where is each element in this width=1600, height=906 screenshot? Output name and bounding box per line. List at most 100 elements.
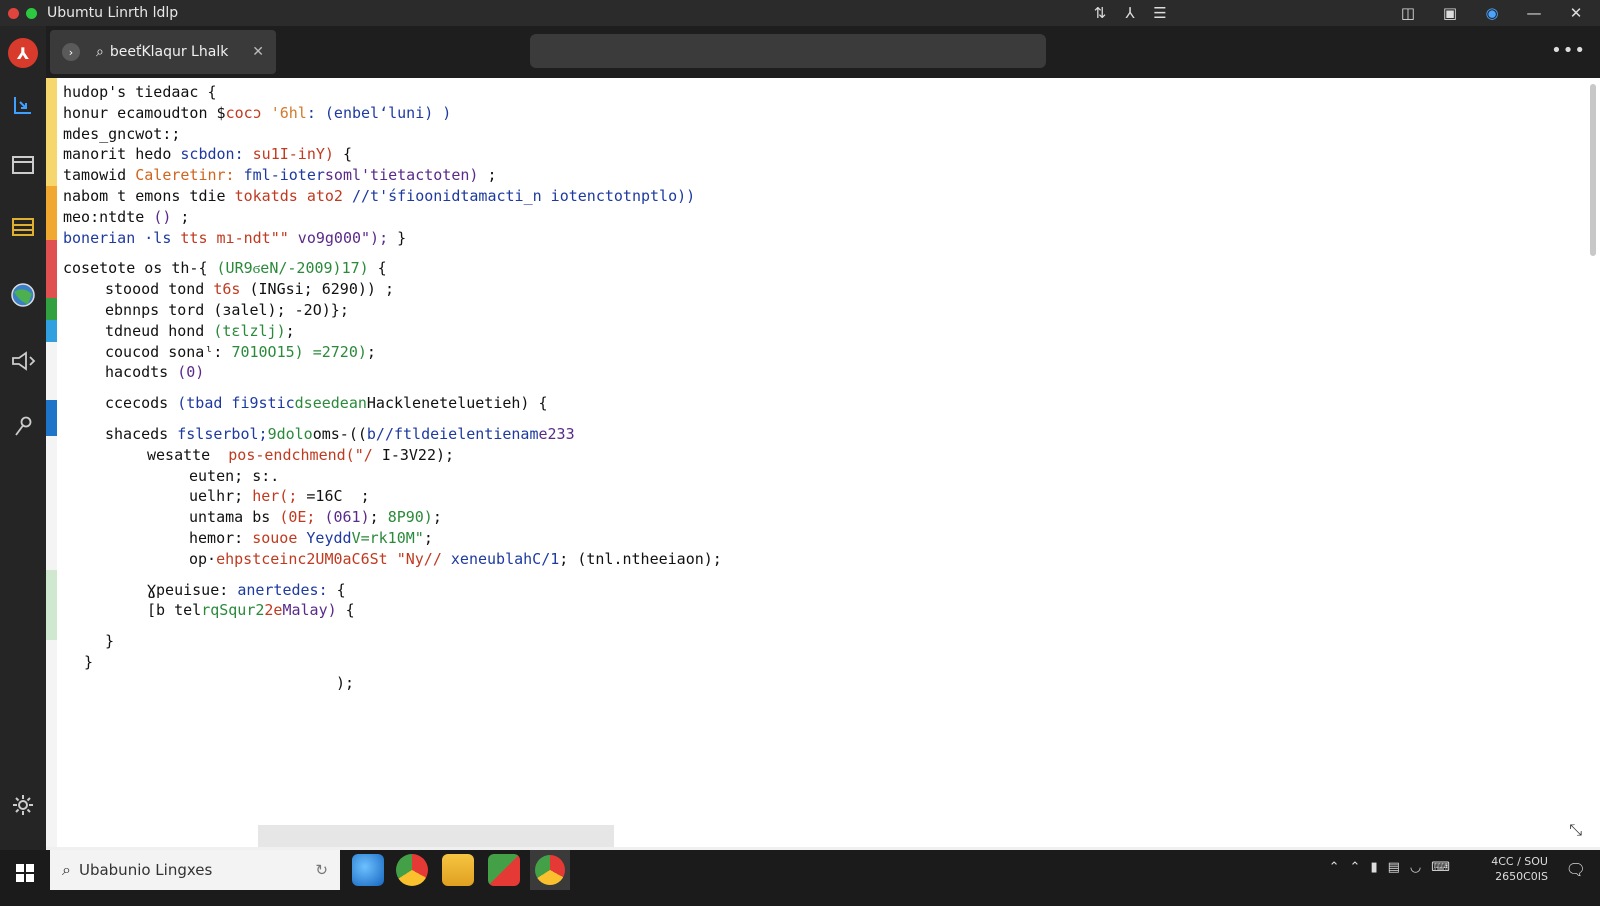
code-line[interactable]: wesatte pos-endchmend("/ I-3V22);: [147, 445, 454, 466]
explorer-icon[interactable]: [6, 88, 40, 122]
tab-close-icon[interactable]: ✕: [252, 44, 264, 60]
taskbar: ⌕ Ubabunio Lingxes ↻ ⌃ ⌃ ▮ ▤ ◡ ⌨ 4CC / S…: [0, 850, 1600, 906]
chevron-up-icon[interactable]: ⌃: [1350, 860, 1361, 875]
transfer-icon[interactable]: ⇅: [1090, 3, 1110, 23]
code-token: Malay): [282, 601, 337, 620]
notifications-icon[interactable]: 🗨: [1566, 860, 1586, 879]
code-line[interactable]: shaceds fslserbol;9dolooms-((b//ftldeiel…: [105, 424, 575, 445]
code-line[interactable]: hacodts (0): [105, 362, 204, 383]
code-token: 9dolo: [267, 425, 313, 443]
close-icon[interactable]: ✕: [1566, 3, 1586, 23]
code-line[interactable]: bonerian ·ls tts mı-ndt"" vo9g000"); }: [63, 228, 406, 249]
code-line[interactable]: tamowid Caleretinr: fml-iotersoml'tietac…: [63, 165, 497, 186]
gutter-marker: [46, 240, 57, 298]
code-token: e233: [538, 425, 575, 443]
maximize-dot[interactable]: [26, 7, 37, 19]
code-line[interactable]: }: [105, 631, 114, 652]
code-line[interactable]: }: [84, 652, 93, 673]
chevron-right-icon[interactable]: ›: [62, 43, 80, 61]
refresh-icon[interactable]: ↻: [315, 861, 328, 879]
code-line[interactable]: honur ecamoudton $cocɔ '6hl: (enbelʻluni…: [63, 103, 451, 124]
code-token: Ɣpeuisue:: [147, 580, 238, 599]
code-token: ehpstceinc2UM0aC6St: [216, 549, 397, 568]
close-dot[interactable]: [8, 7, 19, 19]
keyboard-icon[interactable]: ⌨: [1431, 860, 1450, 875]
code-token: op·: [189, 549, 217, 568]
code-token: //t': [352, 187, 389, 205]
code-token: : (enbelʻluni) ): [306, 103, 452, 122]
gutter-marker: [46, 298, 57, 320]
signal-icon[interactable]: ▮: [1370, 860, 1377, 875]
speaker-icon[interactable]: [6, 344, 40, 378]
code-token: Yeydd: [306, 529, 352, 547]
code-line[interactable]: hemor: souoe YeyddV=rk10M";: [189, 528, 433, 549]
code-token: hacodts: [105, 363, 178, 382]
code-line[interactable]: nabom t emons tdie tokatds ato2 //t'śfio…: [63, 186, 695, 207]
code-line[interactable]: );: [336, 673, 354, 694]
globe-icon[interactable]: [6, 278, 40, 312]
minimize-icon[interactable]: —: [1524, 3, 1544, 23]
network-icon[interactable]: ▤: [1388, 860, 1400, 875]
code-token: '6hl: [270, 103, 307, 122]
search-icon: ⌕: [96, 44, 104, 60]
key-icon[interactable]: [6, 410, 40, 444]
code-token: euten; s:.: [189, 466, 280, 485]
photos-icon[interactable]: [488, 854, 520, 886]
clock[interactable]: 4CC / SOU 2650C0IS: [1491, 854, 1548, 884]
collapse-icon[interactable]: ⤡: [1569, 820, 1582, 840]
code-token: stoood tond: [105, 280, 214, 299]
address-bar[interactable]: [530, 34, 1046, 68]
code-line[interactable]: tdneud hond (tɛlzlj);: [105, 321, 295, 342]
code-token: dseedean: [294, 394, 367, 413]
code-line[interactable]: manorit hedo scbdon: su1I-inY) {: [63, 144, 352, 165]
code-token: mdes_gncwot:;: [63, 124, 181, 143]
list-icon[interactable]: [6, 210, 40, 244]
code-line[interactable]: euten; s:.: [189, 466, 279, 487]
chrome-active-tile[interactable]: [530, 850, 570, 890]
code-line[interactable]: op·ehpstceinc2UM0aC6St "Ny// xeneublahC/…: [189, 549, 722, 570]
windows-start-icon[interactable]: [10, 858, 40, 888]
code-line[interactable]: uelhr; her(; =16C ;: [189, 486, 370, 507]
files-icon[interactable]: [442, 854, 474, 886]
restore-icon[interactable]: ▣: [1440, 3, 1460, 23]
code-token: souoe: [252, 529, 307, 547]
code-line[interactable]: meo:ntdte () ;: [63, 207, 189, 228]
code-line[interactable]: ccecods (tbad fi9sticdseedeanHacklenetel…: [105, 393, 548, 414]
gutter-marker: [46, 400, 57, 436]
code-token: [b tel: [147, 601, 202, 620]
code-line[interactable]: [b telrqSqur22eMalay) {: [147, 600, 355, 621]
code-line[interactable]: mdes_gncwot:;: [63, 124, 180, 145]
code-token: );: [336, 673, 355, 692]
code-line[interactable]: Ɣpeuisue: anertedes: {: [147, 580, 346, 601]
code-token: soml'tietactoten): [324, 166, 479, 185]
app-logo-icon[interactable]: ⅄: [6, 36, 40, 70]
edge-icon[interactable]: [352, 854, 384, 886]
vertical-scrollbar[interactable]: [1590, 84, 1596, 256]
code-editor[interactable]: hudop's tiedaac { honur ecamoudton $cocɔ …: [46, 78, 1600, 850]
code-line[interactable]: stoood tond t6s (INGsi; 6290)) ;: [105, 279, 394, 300]
settings-icon[interactable]: [6, 788, 40, 822]
code-token: hudop's tiedaac {: [63, 83, 217, 101]
window-icon[interactable]: [6, 148, 40, 182]
horizontal-scrollbar[interactable]: [258, 825, 614, 847]
split-icon[interactable]: ⅄: [1120, 3, 1140, 23]
code-token: }: [84, 653, 94, 671]
tab-active[interactable]: › ⌕ beeťKlaqur Lhalk ✕: [50, 30, 276, 74]
code-line[interactable]: cosetote os th-{ (UR9ϭeN/-2009)17) {: [63, 258, 387, 279]
chrome-icon[interactable]: [396, 854, 428, 886]
pin-icon[interactable]: ◫: [1398, 3, 1418, 23]
code-line[interactable]: coucod sonaˡ: 7010O15) =2720);: [105, 342, 376, 363]
menu-icon[interactable]: ☰: [1150, 3, 1170, 23]
wifi-icon[interactable]: ◡: [1410, 860, 1421, 875]
shield-icon[interactable]: ◉: [1482, 3, 1502, 23]
more-options-icon[interactable]: •••: [1551, 40, 1586, 61]
code-token: pos-endchmend(: [228, 445, 355, 464]
taskbar-search[interactable]: ⌕ Ubabunio Lingxes ↻: [50, 850, 340, 890]
code-line[interactable]: untama bs (0E; (061); 8P90);: [189, 507, 442, 528]
chevron-up-icon[interactable]: ⌃: [1329, 860, 1340, 875]
code-token: (0E;: [279, 508, 325, 527]
code-line[interactable]: hudop's tiedaac {: [63, 82, 217, 103]
code-token: bonerian ·ls: [63, 228, 181, 247]
activity-bar: ⅄: [0, 26, 46, 866]
code-line[interactable]: ebnnps tord (ɜalel); -2O)};: [105, 300, 349, 321]
